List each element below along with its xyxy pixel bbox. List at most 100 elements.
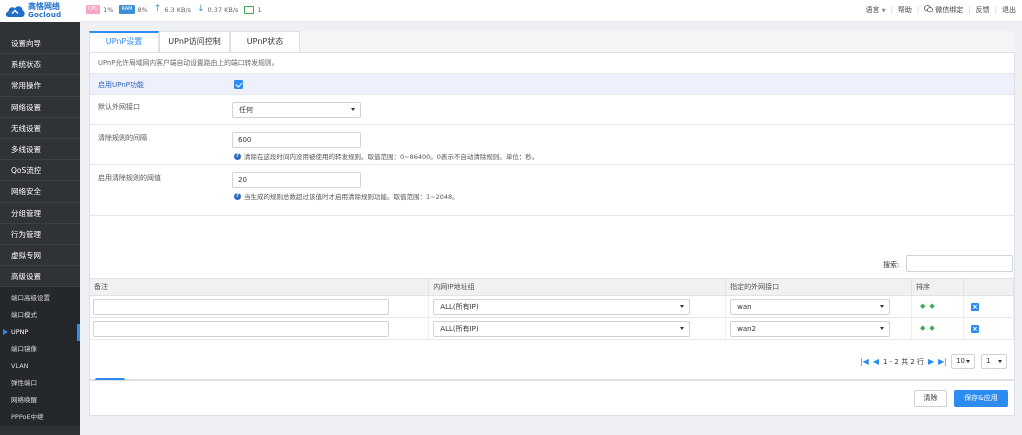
sidebar-item-groups[interactable]: 分组管理	[0, 203, 80, 224]
sidebar-sub-port-mirror[interactable]: 端口镜像	[0, 341, 80, 358]
chevron-down-icon	[351, 108, 355, 111]
sort-arrows-icon[interactable]: ◆◆	[920, 302, 939, 310]
table-row: ALL(所有IP) wan ◆◆ ×	[90, 295, 1015, 318]
sidebar-item-setup-wizard[interactable]: 设置向导	[0, 33, 80, 55]
ext-iface-select[interactable]: 任何	[232, 102, 361, 118]
enable-upnp-row: 启用UPnP功能	[90, 74, 1014, 95]
threshold-label: 启用清除规则的阈值	[98, 174, 161, 182]
sidebar-item-multiline[interactable]: 多线设置	[0, 139, 80, 161]
column-header-note: 备注	[90, 278, 430, 296]
row-ip-group-select[interactable]: ALL(所有IP)	[433, 299, 691, 315]
sidebar-item-vpn[interactable]: 虚拟专网	[0, 245, 80, 267]
brand-name-en: Gocloud	[28, 11, 62, 19]
enable-upnp-checkbox[interactable]	[234, 80, 243, 89]
status-stats: CPU 1% RAM 8% ↑ 6.3 KB/s ↓ 0.37 KB/s 1	[86, 5, 262, 14]
sidebar-sub-port-mode[interactable]: 端口模式	[0, 307, 80, 324]
action-footer: 清除 保存&应用	[89, 380, 1015, 416]
sidebar-sub-wol[interactable]: 网络唤醒	[0, 392, 80, 409]
upnp-settings-panel: UPnP允许局域网内客户端自动设置路由上的端口转发规则。 启用UPnP功能 默认…	[89, 52, 1015, 395]
wechat-bind-link[interactable]: 微信绑定	[924, 5, 963, 15]
clear-button[interactable]: 清除	[914, 390, 947, 407]
tab-upnp-access-control[interactable]: UPnP访问控制	[159, 31, 230, 52]
online-count: 1	[257, 5, 262, 14]
sidebar-sub-elastic-port[interactable]: 弹性端口	[0, 375, 80, 392]
tab-upnp-settings[interactable]: UPnP设置	[89, 31, 159, 52]
clear-interval-input[interactable]: 600	[232, 132, 361, 148]
column-header-ext-iface: 指定的外网接口	[725, 278, 913, 296]
main-content: UPnP设置 UPnP访问控制 UPnP状态 UPnP允许局域网内客户端自动设置…	[89, 31, 1015, 395]
logout-link[interactable]: 退出	[1002, 5, 1016, 15]
threshold-input[interactable]: 20	[232, 172, 361, 188]
sidebar-item-common-ops[interactable]: 常用操作	[0, 75, 80, 97]
sort-arrows-icon[interactable]: ◆◆	[920, 324, 939, 332]
upload-speed: 6.3 KB/s	[164, 5, 192, 14]
save-apply-button[interactable]: 保存&应用	[954, 390, 1008, 407]
chevron-down-icon	[880, 327, 885, 330]
tab-bar: UPnP设置 UPnP访问控制 UPnP状态	[89, 31, 1015, 52]
page-size-select[interactable]: 10	[951, 354, 975, 369]
top-bar: 高恪网络 Gocloud CPU 1% RAM 8% ↑ 6.3 KB/s ↓ …	[0, 0, 1022, 22]
sidebar-item-qos[interactable]: QoS流控	[0, 160, 80, 182]
next-page-icon[interactable]: ▶	[928, 357, 934, 366]
pagination: |◀ ◀ 1 - 2 共 2 行 ▶ ▶| 10 1	[860, 354, 1007, 369]
column-header-ip-group: 内网IP地址组	[428, 278, 727, 296]
chevron-down-icon	[966, 360, 970, 363]
threshold-hint: ? 当生成的规则总数超过该值时才启用清除规则功能。取值范围：1~2048。	[234, 192, 459, 201]
online-device-icon	[244, 5, 255, 14]
row-ip-group-select[interactable]: ALL(所有IP)	[433, 321, 691, 337]
clear-interval-hint: ? 清除在这段时间内没用被使用的转发规则。取值范围：0~86400。0表示不自动…	[234, 152, 539, 161]
ram-usage: 8%	[137, 5, 148, 14]
upload-icon: ↑	[153, 4, 162, 14]
clear-interval-label: 清除规则的间隔	[98, 134, 147, 142]
help-icon: ?	[234, 192, 241, 200]
sidebar-item-security[interactable]: 网络安全	[0, 181, 80, 203]
sidebar-sub-pppoe-relay[interactable]: PPPoE中继	[0, 409, 80, 426]
feedback-link[interactable]: 反馈	[976, 5, 990, 15]
row-note-input[interactable]	[93, 321, 389, 337]
brand-logo: 高恪网络 Gocloud	[0, 0, 80, 22]
pagination-summary: 1 - 2 共 2 行	[882, 357, 924, 366]
upnp-rules-table: 备注 内网IP地址组 指定的外网接口 排序 ALL(所有IP) wan ◆◆ ×…	[90, 278, 1015, 340]
cloud-logo-icon	[4, 3, 26, 19]
sidebar-item-network[interactable]: 网络设置	[0, 97, 80, 118]
enable-upnp-label: 启用UPnP功能	[98, 81, 144, 89]
panel-description: UPnP允许局域网内客户端自动设置路由上的端口转发规则。	[90, 53, 1014, 74]
sidebar: 设置向导 系统状态 常用操作 网络设置 无线设置 多线设置 QoS流控 网络安全…	[0, 22, 80, 435]
column-header-actions	[963, 278, 1015, 296]
chevron-down-icon	[880, 305, 885, 308]
sidebar-item-system-status[interactable]: 系统状态	[0, 54, 80, 76]
tab-upnp-status[interactable]: UPnP状态	[230, 31, 300, 52]
wechat-icon	[924, 5, 934, 15]
delete-row-icon[interactable]: ×	[970, 325, 979, 333]
cpu-icon: CPU	[86, 5, 101, 14]
cpu-usage: 1%	[103, 5, 114, 14]
row-note-input[interactable]	[93, 299, 389, 315]
row-iface-select[interactable]: wan	[730, 299, 891, 315]
sidebar-item-wireless[interactable]: 无线设置	[0, 118, 80, 139]
download-icon: ↓	[197, 4, 205, 14]
brand-name-cn: 高恪网络	[28, 2, 60, 11]
chevron-down-icon	[680, 305, 685, 308]
last-page-icon[interactable]: ▶|	[938, 357, 947, 366]
delete-row-icon[interactable]: ×	[970, 303, 979, 311]
language-menu[interactable]: 语言 ▼	[865, 5, 885, 15]
chevron-down-icon	[680, 327, 685, 330]
row-iface-select[interactable]: wan2	[730, 321, 891, 337]
sidebar-sub-upnp[interactable]: UPNP	[0, 324, 80, 342]
threshold-row: 启用清除规则的阈值 20 ? 当生成的规则总数超过该值时才启用清除规则功能。取值…	[90, 165, 1014, 216]
chevron-down-icon: ▼	[881, 8, 886, 14]
ext-iface-row: 默认外网接口 任何	[90, 95, 1014, 125]
first-page-icon[interactable]: |◀	[860, 357, 869, 366]
prev-page-icon[interactable]: ◀	[873, 357, 879, 366]
sidebar-item-advanced[interactable]: 高级设置	[0, 266, 80, 288]
sidebar-sub-port-advanced[interactable]: 端口高级设置	[0, 290, 80, 307]
help-link[interactable]: 帮助	[898, 5, 912, 15]
search-label: 搜索:	[883, 261, 900, 269]
top-right-menu: 语言 ▼ | 帮助 | 微信绑定 | 反馈 | 退出	[865, 5, 1016, 15]
column-header-sort: 排序	[911, 278, 964, 296]
search-input[interactable]	[906, 255, 1013, 272]
clear-interval-row: 清除规则的间隔 600 ? 清除在这段时间内没用被使用的转发规则。取值范围：0~…	[90, 125, 1014, 165]
sidebar-sub-vlan[interactable]: VLAN	[0, 358, 80, 375]
sidebar-item-behavior[interactable]: 行为管理	[0, 224, 80, 245]
page-number-select[interactable]: 1	[981, 354, 1007, 369]
